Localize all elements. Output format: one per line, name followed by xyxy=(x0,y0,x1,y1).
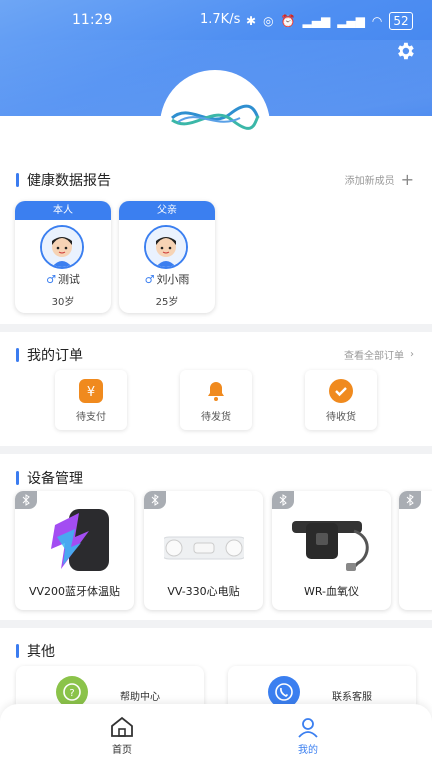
ecg-patch-image xyxy=(164,536,244,560)
member-name: 测试 xyxy=(57,273,80,286)
male-icon: ♂ xyxy=(46,273,56,286)
settings-gear-icon[interactable] xyxy=(394,40,416,62)
plus-icon: + xyxy=(400,170,414,189)
add-member-label: 添加新成员 xyxy=(344,176,395,187)
tab-home-label: 首页 xyxy=(112,745,132,756)
member-age: 30岁 xyxy=(51,297,75,308)
wifi-icon: ◠ xyxy=(371,14,383,28)
svg-text:?: ? xyxy=(69,688,74,699)
check-icon xyxy=(329,379,353,403)
bluetooth-icon xyxy=(272,491,294,509)
tab-home[interactable]: 首页 xyxy=(92,716,152,756)
order-label: 待支付 xyxy=(76,412,106,423)
order-pending-payment[interactable]: ¥ 待支付 xyxy=(55,370,127,430)
home-icon xyxy=(111,716,133,737)
bell-icon xyxy=(204,379,228,403)
others-title: 其他 xyxy=(16,641,55,661)
status-time: 11:29 xyxy=(72,12,113,28)
add-member-link[interactable]: 添加新成员 + xyxy=(345,170,414,189)
customer-service-label: 联系客服 xyxy=(332,692,372,703)
chevron-right-icon: › xyxy=(410,349,414,360)
battery-icon: 52 xyxy=(389,12,413,30)
orders-title: 我的订单 xyxy=(16,345,83,365)
bluetooth-icon xyxy=(15,491,37,509)
tab-mine-label: 我的 xyxy=(298,745,318,756)
male-icon: ♂ xyxy=(144,273,155,286)
user-icon xyxy=(298,718,318,738)
device-name: WR-血氧仪 xyxy=(303,585,360,598)
devices-title: 设备管理 xyxy=(16,468,83,488)
device-card-oximeter[interactable]: WR-血氧仪 xyxy=(272,491,391,610)
order-label: 待发货 xyxy=(201,412,231,423)
divider xyxy=(0,620,432,628)
device-name: VV200蓝牙体温贴 xyxy=(28,585,121,598)
alarm-icon: ◎ xyxy=(263,14,274,28)
bluetooth-icon: ✱ xyxy=(246,14,257,28)
yen-icon: ¥ xyxy=(79,379,103,403)
divider xyxy=(0,324,432,332)
signal-icon-2: ▂▄▆ xyxy=(337,14,365,28)
bottom-tab-bar: 首页 我的 xyxy=(0,704,432,768)
divider xyxy=(0,446,432,454)
oximeter-image xyxy=(292,521,369,571)
device-card-thermometer[interactable]: VV200蓝牙体温贴 xyxy=(15,491,134,610)
device-name: VV-330心电贴 xyxy=(167,585,240,598)
thermometer-patch-image xyxy=(51,509,109,571)
view-all-orders-label: 查看全部订单 xyxy=(344,351,404,362)
tab-mine[interactable]: 我的 xyxy=(278,716,338,756)
order-label: 待收货 xyxy=(326,412,356,423)
health-report-title: 健康数据报告 xyxy=(16,170,111,190)
status-bar: 11:29 1.7K/s ✱ ◎ ⏰ ▂▄▆ ▂▄▆ ◠ 52 xyxy=(0,10,432,30)
bluetooth-icon xyxy=(399,491,421,509)
network-speed: 1.7K/s xyxy=(200,12,241,27)
device-card-partial[interactable] xyxy=(399,491,432,610)
signal-icon: ▂▄▆ xyxy=(302,14,331,28)
bluetooth-icon xyxy=(144,491,166,509)
order-pending-receipt[interactable]: 待收货 xyxy=(305,370,377,430)
svg-text:¥: ¥ xyxy=(87,385,95,400)
help-center-label: 帮助中心 xyxy=(120,692,160,703)
avatar xyxy=(144,225,188,269)
clock-icon: ⏰ xyxy=(280,14,296,28)
order-pending-shipment[interactable]: 待发货 xyxy=(180,370,252,430)
member-card-self[interactable]: 本人 ♂ 测试 30岁 xyxy=(15,201,111,313)
view-all-orders-link[interactable]: 查看全部订单 › xyxy=(344,347,414,362)
avatar xyxy=(40,225,84,269)
device-card-ecg[interactable]: VV-330心电贴 xyxy=(144,491,263,610)
member-name: 刘小雨 xyxy=(156,273,190,286)
member-tag: 本人 xyxy=(15,201,111,220)
member-age: 25岁 xyxy=(155,297,179,308)
member-card-father[interactable]: 父亲 ♂ 刘小雨 25岁 xyxy=(119,201,215,313)
member-tag: 父亲 xyxy=(119,201,215,220)
